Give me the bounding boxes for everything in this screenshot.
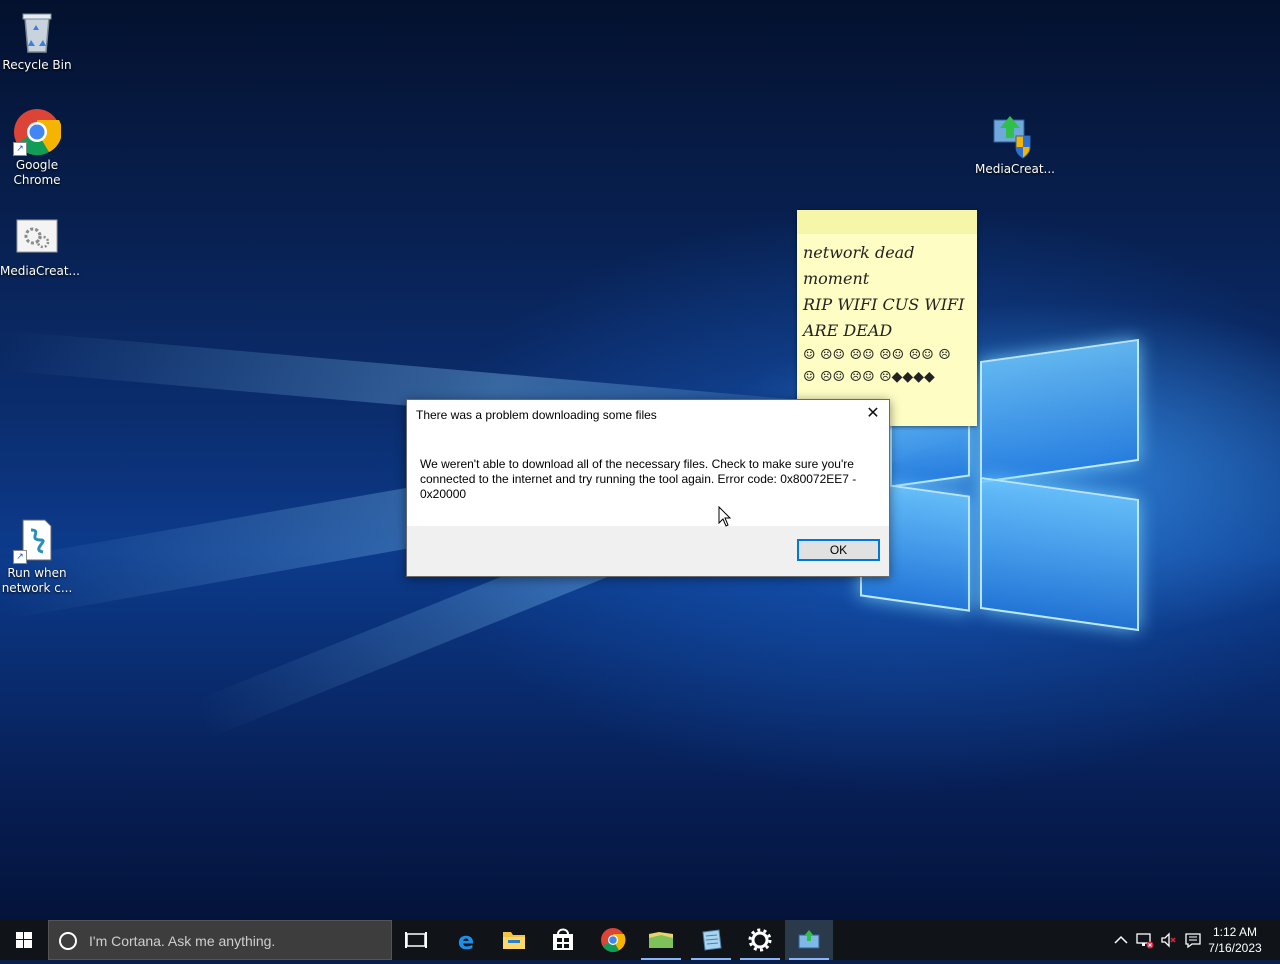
chrome-icon bbox=[601, 928, 626, 953]
desktop: Recycle Bin ↗ Google Chrome MediaCreat..… bbox=[0, 0, 1280, 920]
desktop-icon-label: MediaCreat... bbox=[975, 162, 1055, 176]
taskbar-notepad[interactable] bbox=[687, 920, 735, 960]
sticky-note-emoji-line: ☺ ☹☺ ☹☺ ☹◆◆◆◆ bbox=[803, 369, 935, 385]
chevron-up-icon[interactable] bbox=[1111, 930, 1131, 950]
network-icon[interactable] bbox=[1135, 930, 1155, 950]
settings-file-icon bbox=[13, 214, 61, 262]
desktop-icon-label: MediaCreat... bbox=[0, 264, 80, 278]
svg-text:e: e bbox=[458, 927, 474, 955]
folder-icon bbox=[503, 932, 525, 949]
taskbar-edge[interactable]: e bbox=[442, 920, 490, 960]
script-icon: ↗ bbox=[13, 516, 61, 564]
dialog-footer: OK bbox=[407, 526, 889, 576]
shortcut-arrow-icon: ↗ bbox=[13, 142, 27, 156]
taskbar-settings[interactable] bbox=[736, 920, 784, 960]
sticky-note-header[interactable] bbox=[797, 210, 977, 234]
taskbar-folder[interactable] bbox=[637, 920, 685, 960]
clock-date: 7/16/2023 bbox=[1208, 941, 1262, 955]
start-button[interactable] bbox=[0, 920, 48, 960]
desktop-icon-mediacreation-file[interactable]: MediaCreat... bbox=[0, 214, 80, 279]
close-icon[interactable]: ✕ bbox=[863, 404, 883, 424]
dialog-message: We weren't able to download all of the n… bbox=[420, 457, 857, 501]
task-view-icon bbox=[405, 932, 427, 948]
edge-icon: e bbox=[458, 927, 474, 955]
desktop-icon-mediacreation-tool[interactable]: MediaCreat... bbox=[975, 112, 1055, 177]
taskbar-media-creation-tool[interactable] bbox=[785, 920, 833, 960]
wallpaper-logo-pane bbox=[980, 476, 1139, 632]
wallpaper-logo-pane bbox=[980, 338, 1139, 484]
media-creation-tool-icon bbox=[798, 930, 820, 949]
system-clock[interactable]: 1:12 AM 7/16/2023 bbox=[1200, 924, 1270, 956]
shortcut-arrow-icon: ↗ bbox=[13, 550, 27, 564]
media-creation-tool-icon bbox=[988, 112, 1036, 160]
taskbar: I'm Cortana. Ask me anything. e 1:12 AM … bbox=[0, 920, 1280, 960]
desktop-icon-recycle-bin[interactable]: Recycle Bin bbox=[0, 8, 74, 73]
taskbar-store[interactable] bbox=[539, 920, 587, 960]
gear-icon bbox=[748, 928, 772, 952]
desktop-icon-label: Recycle Bin bbox=[2, 58, 72, 72]
store-icon bbox=[553, 928, 573, 950]
taskbar-chrome[interactable] bbox=[589, 920, 637, 960]
dialog-title: There was a problem downloading some fil… bbox=[416, 408, 657, 422]
folder-icon bbox=[649, 932, 673, 948]
volume-muted-icon[interactable] bbox=[1159, 930, 1179, 950]
task-view-button[interactable] bbox=[392, 920, 440, 960]
desktop-icon-google-chrome[interactable]: ↗ Google Chrome bbox=[0, 108, 74, 188]
windows-logo-icon bbox=[16, 932, 32, 948]
clock-time: 1:12 AM bbox=[1212, 925, 1258, 939]
recycle-bin-icon bbox=[13, 8, 61, 56]
cortana-search-box[interactable]: I'm Cortana. Ask me anything. bbox=[48, 920, 392, 960]
desktop-icon-label: Google Chrome bbox=[13, 158, 61, 187]
desktop-icon-run-when-network[interactable]: ↗ Run when network c... bbox=[0, 516, 74, 596]
taskbar-file-explorer[interactable] bbox=[490, 920, 538, 960]
search-placeholder: I'm Cortana. Ask me anything. bbox=[89, 933, 276, 949]
chrome-icon: ↗ bbox=[13, 108, 62, 156]
sticky-note[interactable]: network dead moment RIP WIFI CUS WIFI AR… bbox=[797, 210, 977, 426]
mouse-cursor-icon bbox=[718, 506, 732, 527]
sticky-note-text[interactable]: network dead moment RIP WIFI CUS WIFI AR… bbox=[797, 234, 977, 344]
notepad-icon bbox=[702, 929, 722, 951]
ok-button[interactable]: OK bbox=[797, 539, 880, 561]
sticky-note-emoji-line: ☺ ☹☺ ☹☺ ☹☺ ☹☺ ☹ bbox=[803, 347, 951, 363]
error-dialog: There was a problem downloading some fil… bbox=[406, 399, 890, 577]
desktop-icon-label: Run when network c... bbox=[1, 566, 73, 595]
cortana-icon bbox=[59, 932, 77, 950]
